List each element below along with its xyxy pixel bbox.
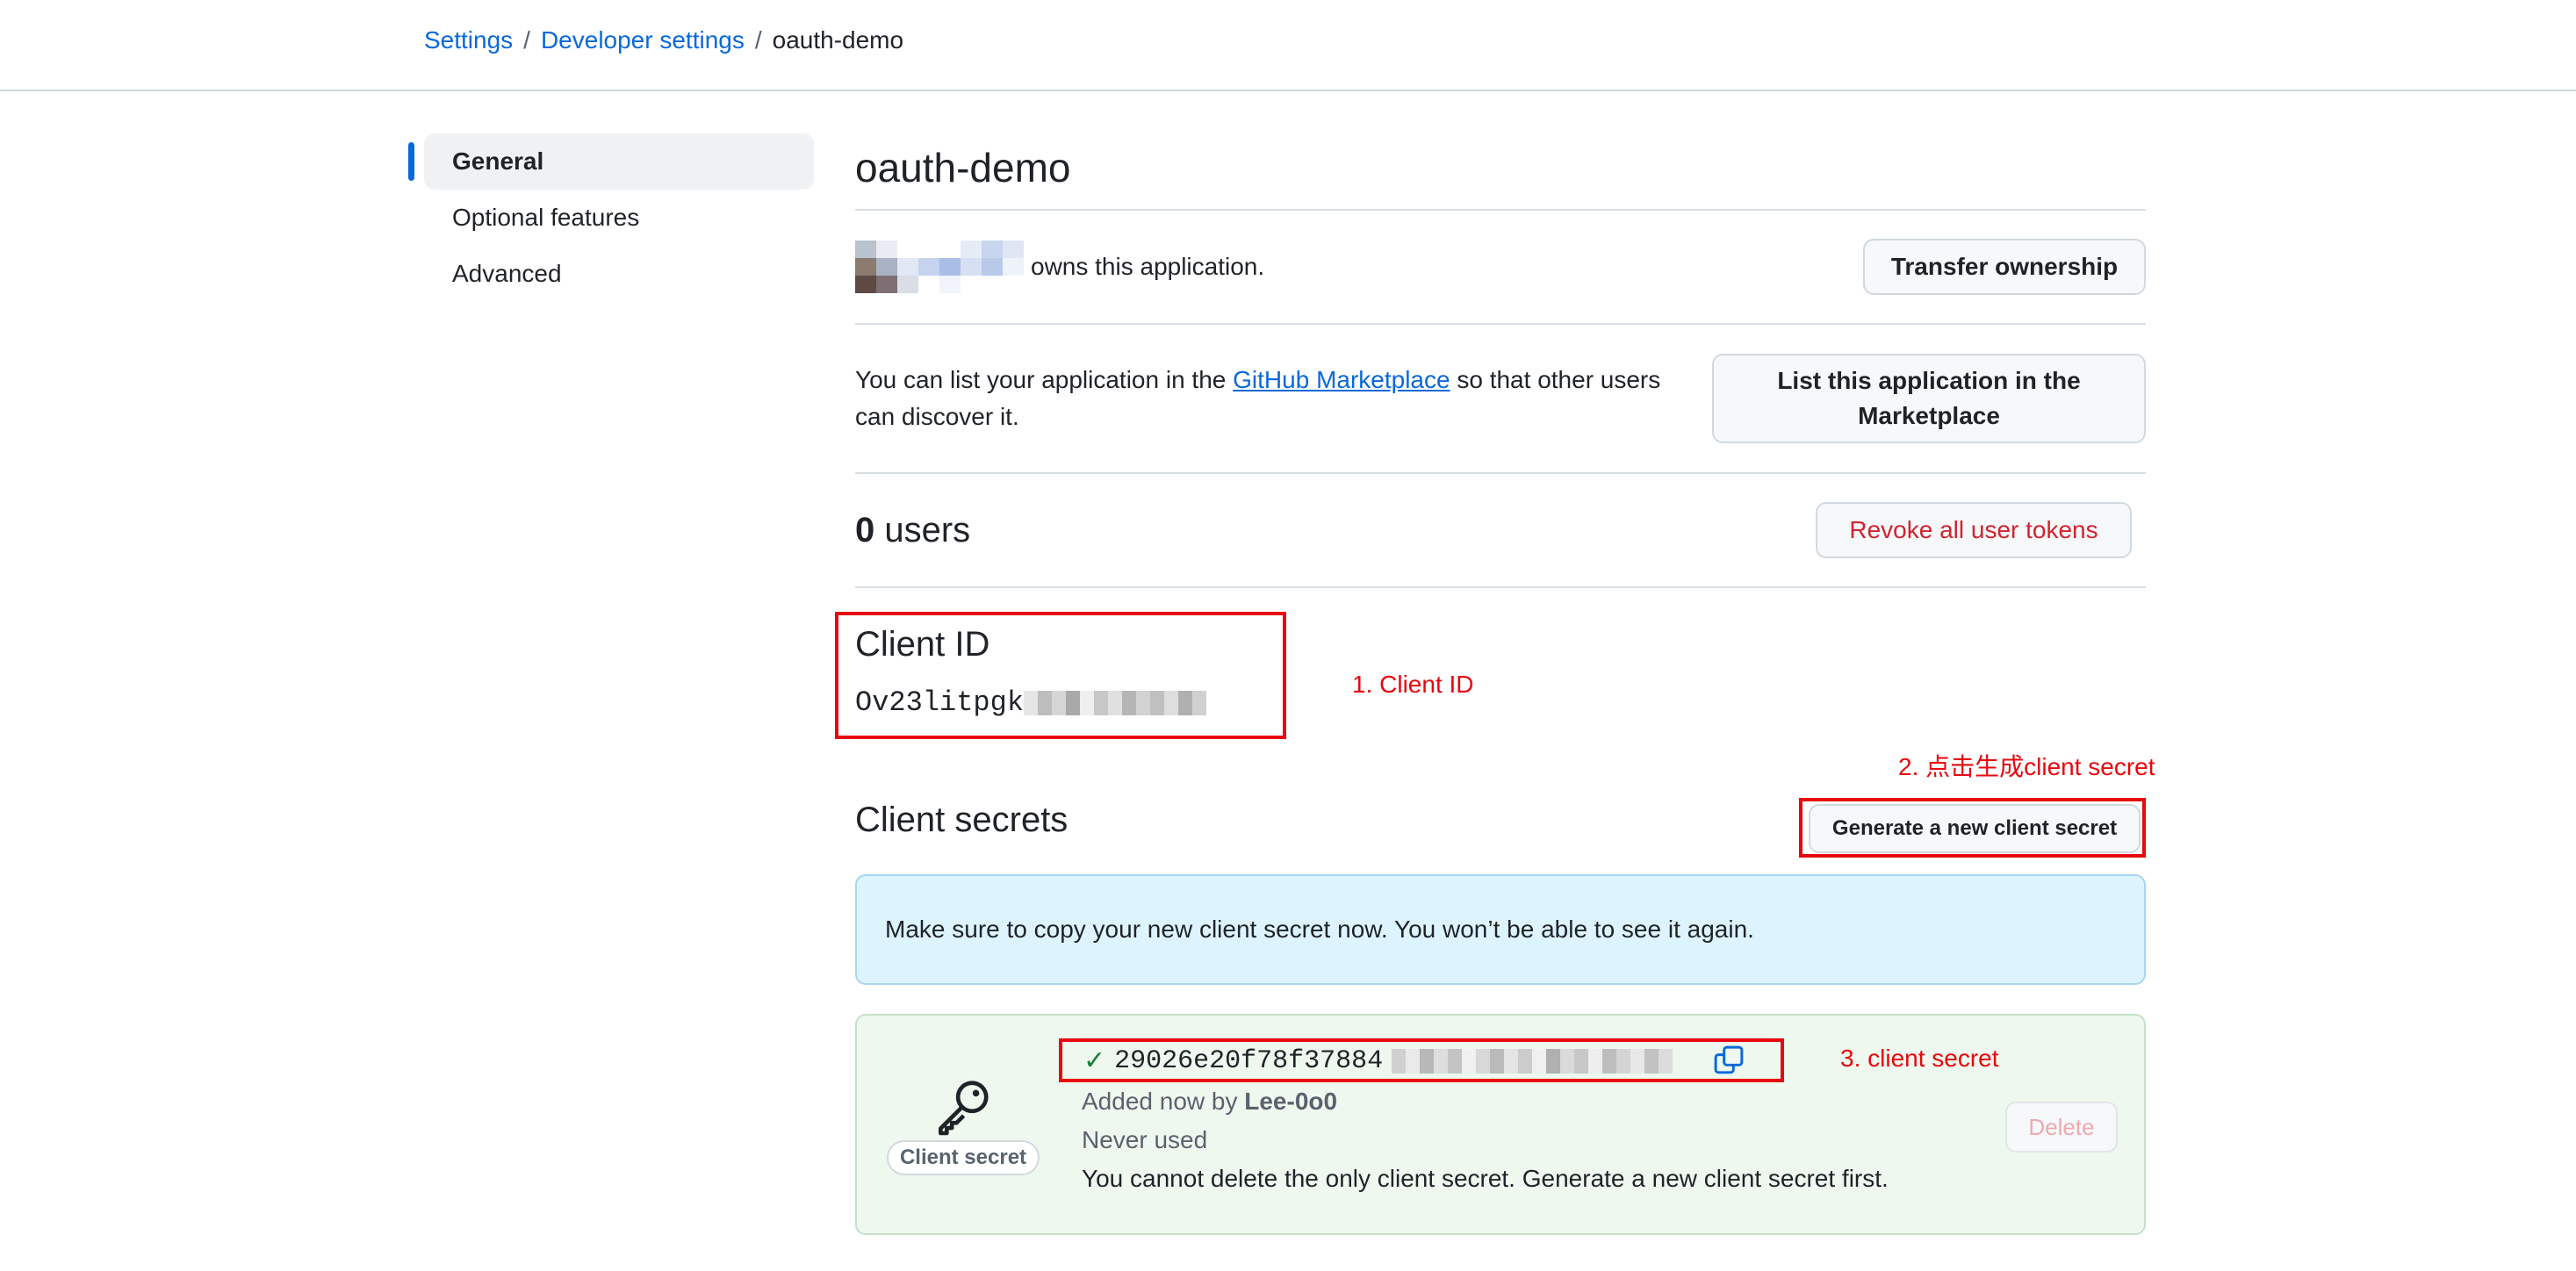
marketplace-description: You can list your application in the Git… xyxy=(855,362,1698,435)
client-id-redacted xyxy=(1024,690,1207,715)
annotation-client-secret: 3. client secret xyxy=(1840,1045,1999,1072)
sidebar-item-label: General xyxy=(452,147,544,175)
client-secret-value[interactable]: ✓ 29026e20f78f37884 xyxy=(1083,1045,1673,1076)
client-secrets-title: Client secrets xyxy=(855,801,1069,839)
client-id-title: Client ID xyxy=(855,625,990,664)
notice-text: Make sure to copy your new client secret… xyxy=(885,916,1754,943)
owner-row: owns this application. Transfer ownershi… xyxy=(855,211,2146,325)
side-nav: General Optional features Advanced xyxy=(408,133,814,302)
main-content: oauth-demo owns this application. Transf… xyxy=(855,133,2146,588)
users-row: 0 users Revoke all user tokens xyxy=(855,474,2146,588)
owner-text: owns this application. xyxy=(1031,253,1265,280)
users-count-label: users xyxy=(874,510,971,549)
list-in-marketplace-button[interactable]: List this application in the Marketplace xyxy=(1712,354,2146,443)
users-count: 0 users xyxy=(855,511,970,550)
annotation-generate: 2. 点击生成client secret xyxy=(1898,753,2155,780)
delete-secret-button[interactable]: Delete xyxy=(2005,1102,2118,1153)
owner-info: owns this application. xyxy=(855,241,1264,293)
github-marketplace-link[interactable]: GitHub Marketplace xyxy=(1233,366,1450,393)
revoke-tokens-button[interactable]: Revoke all user tokens xyxy=(1816,502,2132,558)
page-title: oauth-demo xyxy=(855,133,2146,211)
client-id-visible: Ov23litpgk xyxy=(855,686,1025,719)
added-by-label: Added now by xyxy=(1082,1088,1245,1115)
added-by-user: Lee-0o0 xyxy=(1244,1088,1338,1115)
client-id-value[interactable]: Ov23litpgk xyxy=(855,686,1207,719)
breadcrumb-separator: / xyxy=(754,26,762,54)
sidebar-item-label: Optional features xyxy=(452,204,640,231)
usage-status: Never used xyxy=(1082,1126,1208,1153)
added-by: Added now by Lee-0o0 xyxy=(1082,1088,1337,1116)
copy-icon[interactable] xyxy=(1714,1045,1744,1075)
breadcrumb-developer-settings-link[interactable]: Developer settings xyxy=(541,26,745,54)
transfer-ownership-button[interactable]: Transfer ownership xyxy=(1863,239,2146,295)
generate-client-secret-button[interactable]: Generate a new client secret xyxy=(1809,804,2141,853)
users-count-number: 0 xyxy=(855,510,875,549)
copy-secret-notice: Make sure to copy your new client secret… xyxy=(855,874,2146,985)
breadcrumb-separator: / xyxy=(523,26,530,54)
delete-note: You cannot delete the only client secret… xyxy=(1082,1165,1889,1192)
breadcrumb-settings-link[interactable]: Settings xyxy=(424,26,513,54)
owner-avatar xyxy=(855,241,1024,293)
sidebar-item-general[interactable]: General xyxy=(408,133,814,190)
sidebar-item-label: Advanced xyxy=(452,260,562,287)
client-secret-redacted xyxy=(1392,1048,1673,1074)
client-secret-visible: 29026e20f78f37884 xyxy=(1114,1045,1384,1076)
top-bar: Settings / Developer settings / oauth-de… xyxy=(0,0,2576,91)
client-secret-badge: Client secret xyxy=(887,1140,1040,1175)
marketplace-text: You can list your application in the xyxy=(855,366,1234,393)
breadcrumb: Settings / Developer settings / oauth-de… xyxy=(424,26,903,54)
annotation-client-id: 1. Client ID xyxy=(1352,671,1474,698)
check-icon: ✓ xyxy=(1083,1045,1106,1076)
sidebar-item-optional-features[interactable]: Optional features xyxy=(424,190,814,246)
marketplace-row: You can list your application in the Git… xyxy=(855,325,2146,474)
sidebar-item-advanced[interactable]: Advanced xyxy=(424,246,814,302)
key-icon xyxy=(939,1081,989,1136)
breadcrumb-current: oauth-demo xyxy=(772,26,904,54)
